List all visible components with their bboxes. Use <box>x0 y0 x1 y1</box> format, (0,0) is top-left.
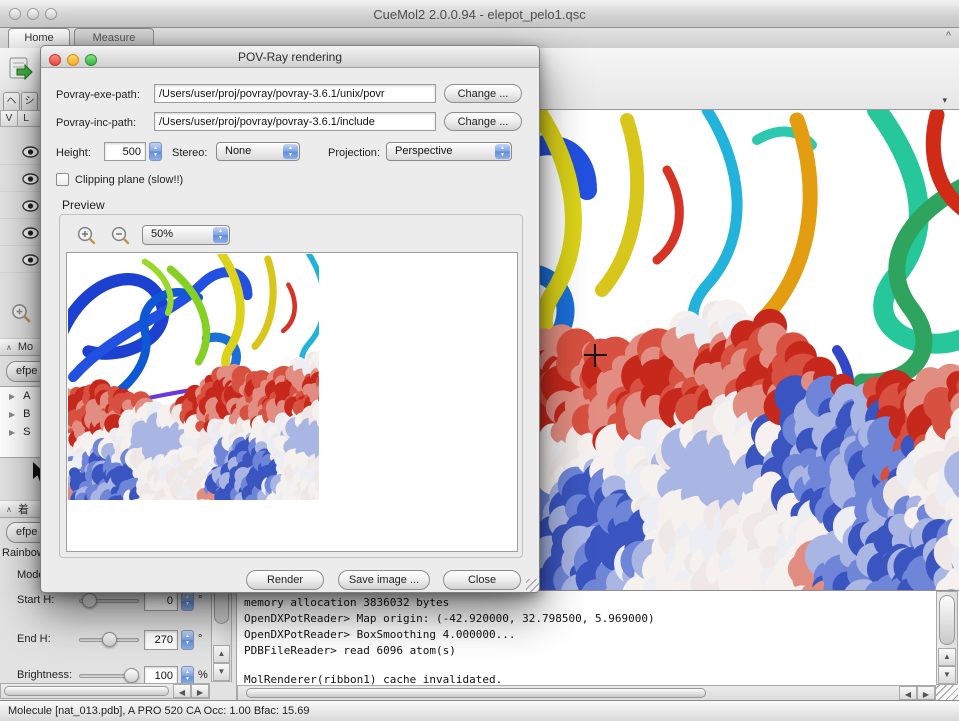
render-button[interactable]: Render <box>246 570 324 590</box>
brightness-label: Brightness: <box>17 669 72 681</box>
toolbar-overflow-icon[interactable]: ▾ <box>942 95 947 106</box>
scrollbar-thumb[interactable] <box>4 686 169 696</box>
scrollbar-thumb[interactable] <box>939 595 955 645</box>
projection-label: Projection: <box>328 147 380 159</box>
start-hue-unit: ° <box>198 594 202 606</box>
zoom-tool-icon[interactable] <box>11 303 32 324</box>
povray-dialog[interactable]: POV-Ray rendering Povray-exe-path: Chang… <box>40 45 540 593</box>
end-hue-field[interactable] <box>144 630 178 650</box>
scroll-right-icon[interactable]: ▶ <box>191 684 209 698</box>
dialog-close-action-button[interactable]: Close <box>443 570 521 590</box>
brightness-unit: % <box>198 669 208 681</box>
collapse-icon: ∧ <box>6 343 12 352</box>
end-hue-row: End H: ▲▼ ° <box>0 627 210 653</box>
scroll-right-icon[interactable]: ▶ <box>917 686 935 700</box>
projection-value: Perspective <box>395 145 452 157</box>
start-hue-stepper[interactable]: ▲▼ <box>181 591 194 611</box>
scrollbar-thumb[interactable] <box>246 688 706 698</box>
scroll-up-icon[interactable]: ▲ <box>213 645 230 663</box>
console-vertical-scrollbar[interactable]: ▲ ▼ <box>936 591 958 685</box>
dropdown-arrows-icon: ▲▼ <box>495 144 510 159</box>
dialog-title: POV-Ray rendering <box>41 50 539 64</box>
scroll-left-icon[interactable]: ◀ <box>899 686 917 700</box>
console-line: OpenDXPotReader> Map origin: (-42.920000… <box>244 612 934 627</box>
dialog-titlebar[interactable]: POV-Ray rendering <box>41 46 539 68</box>
height-label: Height: <box>56 147 91 159</box>
column-header-visible[interactable]: V <box>0 110 18 127</box>
scroll-up-icon[interactable]: ▲ <box>938 648 956 666</box>
dropdown-arrows-icon: ▲▼ <box>283 144 298 159</box>
tree-item-label: B <box>23 408 30 420</box>
clipping-label: Clipping plane (slow!!) <box>75 174 183 186</box>
inc-path-change-button[interactable]: Change ... <box>444 112 522 131</box>
tree-item-label: A <box>23 390 30 402</box>
preview-canvas[interactable] <box>66 252 518 552</box>
panel-tab-2[interactable]: シ <box>21 92 38 110</box>
end-hue-unit: ° <box>198 633 202 645</box>
eye-visibility-icon[interactable] <box>22 200 39 212</box>
tree-item-label: S <box>23 426 30 438</box>
preview-groupbox: 50% ▲▼ <box>59 214 523 558</box>
preview-image <box>68 254 319 500</box>
crosshair-icon <box>594 344 596 367</box>
ribbon-collapse-icon[interactable]: ^ <box>946 30 951 42</box>
eye-visibility-icon[interactable] <box>22 254 39 266</box>
scroll-down-icon[interactable]: ▼ <box>938 666 956 684</box>
console-line: memory allocation 3836032 bytes <box>244 596 934 611</box>
inc-path-label: Povray-inc-path: <box>56 117 136 129</box>
log-console[interactable]: memory allocation 3836032 bytes OpenDXPo… <box>237 590 959 700</box>
scroll-down-icon[interactable]: ▼ <box>213 663 230 681</box>
dropdown-arrows-icon: ▲▼ <box>213 227 228 243</box>
exe-path-input[interactable] <box>154 84 436 103</box>
eye-visibility-icon[interactable] <box>22 227 39 239</box>
exe-path-label: Povray-exe-path: <box>56 89 140 101</box>
stereo-select[interactable]: None ▲▼ <box>216 142 300 161</box>
console-line: OpenDXPotReader> BoxSmoothing 4.000000..… <box>244 628 934 643</box>
height-input[interactable] <box>104 142 146 161</box>
section-coloring-label: 着 <box>18 501 29 517</box>
preview-zoom-value: 50% <box>151 228 173 240</box>
status-text: Molecule [nat_013.pdb], A PRO 520 CA Occ… <box>8 705 309 717</box>
panel-tab-1[interactable]: ヘ <box>3 92 20 110</box>
inc-path-input[interactable] <box>154 112 436 131</box>
resize-grip[interactable] <box>936 685 958 700</box>
window-titlebar: CueMol2 2.0.0.94 - elepot_pelo1.qsc <box>0 0 959 28</box>
window-title: CueMol2 2.0.0.94 - elepot_pelo1.qsc <box>0 7 959 22</box>
disclosure-icon[interactable]: ▶ <box>9 392 15 401</box>
status-bar: Molecule [nat_013.pdb], A PRO 520 CA Occ… <box>0 700 959 721</box>
zoom-in-icon[interactable] <box>77 226 97 246</box>
projection-select[interactable]: Perspective ▲▼ <box>386 142 512 161</box>
stereo-value: None <box>225 145 251 157</box>
eye-visibility-icon[interactable] <box>22 146 39 158</box>
end-hue-label: End H: <box>17 633 51 645</box>
dialog-resize-grip[interactable] <box>526 579 539 592</box>
disclosure-icon[interactable]: ▶ <box>9 428 15 437</box>
console-line: PDBFileReader> read 6096 atom(s) <box>244 644 934 659</box>
start-hue-field[interactable] <box>144 591 178 611</box>
height-stepper[interactable]: ▲▼ <box>149 142 162 161</box>
brightness-knob[interactable] <box>124 668 139 683</box>
disclosure-icon[interactable]: ▶ <box>9 410 15 419</box>
end-hue-knob[interactable] <box>102 632 117 647</box>
zoom-out-icon[interactable] <box>111 226 131 246</box>
clipping-checkbox[interactable] <box>56 173 69 186</box>
rainbow-label: Rainbow <box>2 547 45 559</box>
collapse-icon: ∧ <box>6 505 12 514</box>
preview-zoom-select[interactable]: 50% ▲▼ <box>142 225 230 245</box>
console-horizontal-scrollbar[interactable]: ◀ ▶ <box>237 685 936 700</box>
exe-path-change-button[interactable]: Change ... <box>444 84 522 103</box>
open-scene-icon[interactable] <box>7 56 33 82</box>
column-header-lock[interactable]: L <box>17 110 35 127</box>
scroll-left-icon[interactable]: ◀ <box>173 684 191 698</box>
start-hue-label: Start H: <box>17 594 54 606</box>
stereo-label: Stereo: <box>172 147 207 159</box>
end-hue-stepper[interactable]: ▲▼ <box>181 630 194 650</box>
start-hue-knob[interactable] <box>82 593 97 608</box>
save-image-button[interactable]: Save image ... <box>338 570 430 590</box>
preview-section-label: Preview <box>62 198 105 212</box>
panel-horizontal-scrollbar[interactable]: ◀ ▶ <box>0 683 210 699</box>
section-molecule-label: Mo <box>18 341 33 353</box>
eye-visibility-icon[interactable] <box>22 173 39 185</box>
